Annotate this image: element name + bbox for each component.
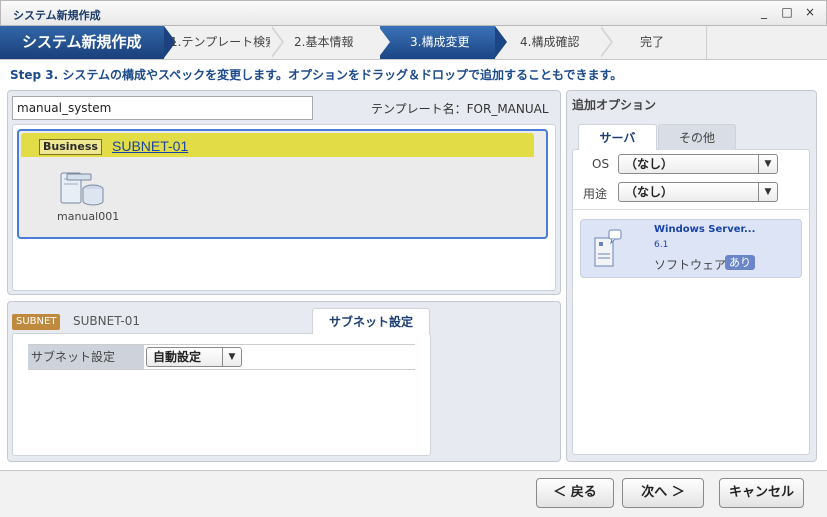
use-value: （なし） <box>625 185 674 199</box>
step-config-confirm: 4.構成確認 <box>520 35 580 49</box>
step-complete: 完了 <box>640 35 665 49</box>
chevron-down-icon: ▼ <box>222 348 241 366</box>
software-icon <box>594 229 622 267</box>
maximize-button[interactable]: □ <box>779 5 795 19</box>
window-titlebar: システム新規作成 _ □ × <box>0 0 827 26</box>
subnet-link[interactable]: SUBNET-01 <box>112 138 188 154</box>
server-icon[interactable] <box>59 171 105 207</box>
server-label: manual001 <box>57 210 120 223</box>
subnet-setting-value: 自動設定 <box>153 350 202 364</box>
options-title: 追加オプション <box>572 98 657 112</box>
close-button[interactable]: × <box>802 5 818 19</box>
step-config-change: 3.構成変更 <box>410 35 470 49</box>
wizard-steps: システム新規作成 1.テンプレート検索 2.基本情報 3.構成変更 4.構成確認… <box>0 26 827 60</box>
step-divider <box>599 26 611 58</box>
option-item-badge: あり <box>725 255 755 270</box>
step-template-search: 1.テンプレート検索 <box>170 35 278 49</box>
chevron-down-icon: ▼ <box>758 183 777 201</box>
system-name-input[interactable] <box>12 96 313 120</box>
back-button[interactable]: ＜ 戻る <box>536 478 614 508</box>
business-badge: Business <box>39 139 102 155</box>
option-item-windows-server[interactable]: Windows Server... 6.1 ソフトウェア あり <box>580 219 802 278</box>
cancel-button[interactable]: キャンセル <box>719 478 804 508</box>
step-divider <box>706 26 707 59</box>
detail-subnet-name: SUBNET-01 <box>73 314 141 328</box>
tab-server[interactable]: サーバ <box>578 124 657 150</box>
step-divider <box>495 26 507 58</box>
subnet-header: Business SUBNET-01 <box>21 133 534 157</box>
tab-subnet-settings[interactable]: サブネット設定 <box>312 308 430 334</box>
option-item-kind: ソフトウェア <box>654 258 727 272</box>
minimize-button[interactable]: _ <box>756 5 772 19</box>
option-item-name: Windows Server... <box>654 224 756 235</box>
tab-other[interactable]: その他 <box>658 124 736 150</box>
step-divider <box>270 26 282 58</box>
subnet-setting-row: サブネット設定 自動設定 ▼ <box>28 344 415 370</box>
use-select[interactable]: （なし） ▼ <box>618 182 778 202</box>
os-label: OS <box>592 157 610 171</box>
chevron-down-icon: ▼ <box>758 155 777 173</box>
wizard-title: システム新規作成 <box>0 26 164 59</box>
step-instruction: Step 3. システムの構成やスペックを変更します。オプションをドラッグ＆ドロ… <box>10 68 623 82</box>
subnet-setting-label: サブネット設定 <box>28 345 144 369</box>
os-value: （なし） <box>625 157 674 171</box>
subnet-block[interactable]: Business SUBNET-01 manual001 <box>17 129 548 239</box>
subnet-type-badge: SUBNET <box>12 314 61 330</box>
os-select[interactable]: （なし） ▼ <box>618 154 778 174</box>
template-name: テンプレート名：FOR_MANUAL <box>371 102 549 116</box>
next-button[interactable]: 次へ ＞ <box>622 478 704 508</box>
step-basic-info: 2.基本情報 <box>294 35 354 49</box>
option-item-version: 6.1 <box>654 240 669 250</box>
step-divider <box>378 26 390 58</box>
subnet-setting-select[interactable]: 自動設定 ▼ <box>146 347 242 367</box>
divider <box>572 209 810 210</box>
window-title: システム新規作成 <box>13 9 101 22</box>
use-label: 用途 <box>583 187 608 201</box>
